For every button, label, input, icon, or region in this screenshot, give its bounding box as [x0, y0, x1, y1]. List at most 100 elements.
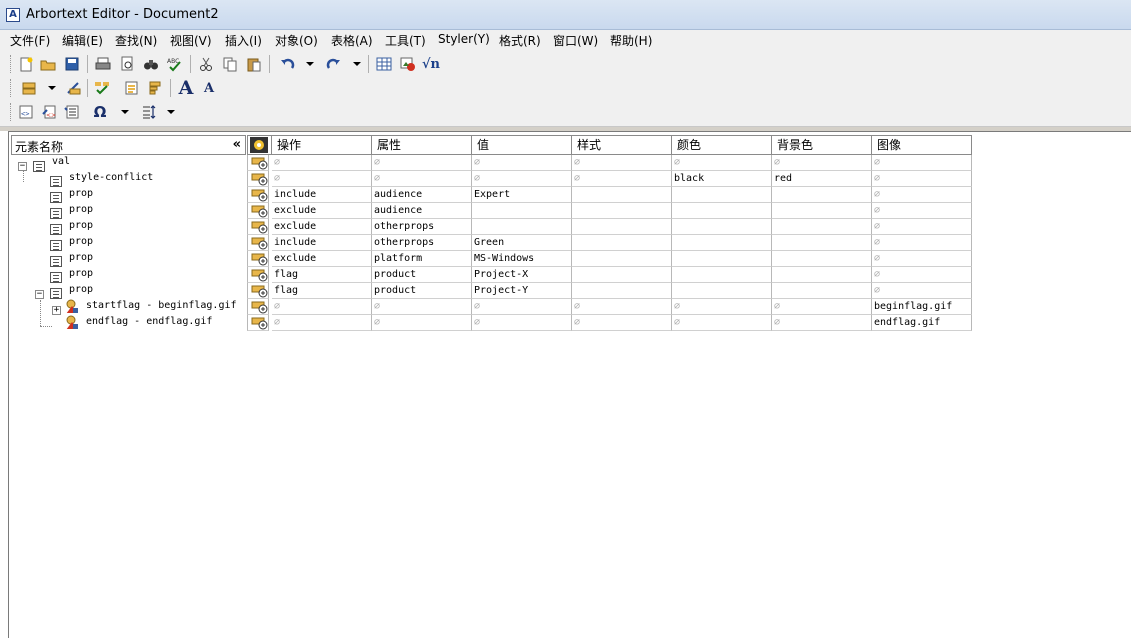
table-cell[interactable]: beginflag.gif: [872, 299, 972, 315]
table-cell[interactable]: [472, 203, 572, 219]
table-cell[interactable]: ∅: [272, 315, 372, 331]
table-cell[interactable]: [672, 187, 772, 203]
table-cell[interactable]: ∅: [872, 171, 972, 187]
apply-style-icon[interactable]: [145, 79, 165, 97]
header-style[interactable]: 样式: [572, 135, 672, 155]
spacing-dropdown-icon[interactable]: [167, 110, 175, 114]
table-cell[interactable]: [472, 219, 572, 235]
table-cell[interactable]: [672, 219, 772, 235]
table-cell[interactable]: Green: [472, 235, 572, 251]
tree-expander[interactable]: +: [52, 306, 61, 315]
table-cell[interactable]: [572, 187, 672, 203]
header-attribute[interactable]: 属性: [372, 135, 472, 155]
table-cell[interactable]: ∅: [872, 203, 972, 219]
table-cell[interactable]: include: [272, 187, 372, 203]
table-cell[interactable]: ∅: [872, 251, 972, 267]
table-cell[interactable]: ∅: [372, 315, 472, 331]
table-cell[interactable]: exclude: [272, 219, 372, 235]
table-cell[interactable]: ∅: [572, 299, 672, 315]
table-cell[interactable]: platform: [372, 251, 472, 267]
table-cell[interactable]: exclude: [272, 203, 372, 219]
table-cell[interactable]: ∅: [872, 267, 972, 283]
table-cell[interactable]: [672, 283, 772, 299]
tree-expander[interactable]: −: [35, 290, 44, 299]
table-cell[interactable]: ∅: [372, 299, 472, 315]
new-document-icon[interactable]: [16, 55, 36, 73]
table-cell[interactable]: include: [272, 235, 372, 251]
toolbar-grip[interactable]: [10, 79, 13, 97]
table-cell[interactable]: [772, 251, 872, 267]
row-edit-icon[interactable]: [247, 283, 269, 299]
table-cell[interactable]: ∅: [872, 219, 972, 235]
insert-table-icon[interactable]: [374, 55, 394, 73]
table-cell[interactable]: [772, 235, 872, 251]
header-color[interactable]: 颜色: [672, 135, 772, 155]
row-edit-icon[interactable]: [247, 235, 269, 251]
table-cell[interactable]: ∅: [672, 299, 772, 315]
table-cell[interactable]: MS-Windows: [472, 251, 572, 267]
toolbar-grip[interactable]: [10, 55, 13, 73]
row-edit-icon[interactable]: [247, 171, 269, 187]
insert-special-character-icon[interactable]: Ω: [90, 103, 110, 121]
table-cell[interactable]: ∅: [272, 155, 372, 171]
undo-dropdown-icon[interactable]: [306, 62, 314, 66]
table-cell[interactable]: Project-X: [472, 267, 572, 283]
table-cell[interactable]: [672, 235, 772, 251]
table-cell[interactable]: [572, 267, 672, 283]
insert-xml-icon[interactable]: <>: [16, 103, 36, 121]
menu-insert[interactable]: 插入(I): [225, 32, 262, 49]
table-cell[interactable]: otherprops: [372, 235, 472, 251]
table-cell[interactable]: ∅: [672, 155, 772, 171]
table-cell[interactable]: [772, 283, 872, 299]
header-image[interactable]: 图像: [872, 135, 972, 155]
table-cell[interactable]: ∅: [472, 299, 572, 315]
check-completeness-icon[interactable]: [92, 79, 112, 97]
table-cell[interactable]: [772, 267, 872, 283]
menu-format[interactable]: 格式(R): [499, 32, 541, 49]
menu-file[interactable]: 文件(F): [10, 32, 50, 49]
table-cell[interactable]: ∅: [872, 155, 972, 171]
table-cell[interactable]: flag: [272, 267, 372, 283]
row-edit-icon[interactable]: [247, 299, 269, 315]
row-edit-icon[interactable]: [247, 251, 269, 267]
row-edit-icon[interactable]: [247, 219, 269, 235]
table-cell[interactable]: [572, 251, 672, 267]
undo-icon[interactable]: [277, 55, 297, 73]
table-cell[interactable]: [772, 187, 872, 203]
print-preview-icon[interactable]: [117, 55, 137, 73]
menu-tools[interactable]: 工具(T): [385, 32, 426, 49]
change-tag-icon[interactable]: [63, 79, 83, 97]
table-cell[interactable]: ∅: [872, 235, 972, 251]
table-cell[interactable]: red: [772, 171, 872, 187]
special-character-dropdown-icon[interactable]: [121, 110, 129, 114]
table-cell[interactable]: ∅: [572, 155, 672, 171]
find-binoculars-icon[interactable]: [141, 55, 161, 73]
table-cell[interactable]: Project-Y: [472, 283, 572, 299]
menu-object[interactable]: 对象(O): [275, 32, 318, 49]
paste-icon[interactable]: [244, 55, 264, 73]
table-cell[interactable]: [672, 267, 772, 283]
modify-attributes-icon[interactable]: [122, 79, 142, 97]
row-edit-icon[interactable]: [247, 267, 269, 283]
table-cell[interactable]: [772, 203, 872, 219]
table-cell[interactable]: exclude: [272, 251, 372, 267]
table-cell[interactable]: ∅: [472, 315, 572, 331]
table-cell[interactable]: [572, 235, 672, 251]
menu-table[interactable]: 表格(A): [331, 32, 373, 49]
cut-icon[interactable]: [196, 55, 216, 73]
markup-tag-icon[interactable]: [20, 79, 40, 97]
table-cell[interactable]: ∅: [672, 315, 772, 331]
print-icon[interactable]: [93, 55, 113, 73]
save-icon[interactable]: [62, 55, 82, 73]
menu-find[interactable]: 查找(N): [115, 32, 157, 49]
table-cell[interactable]: ∅: [372, 171, 472, 187]
insert-graphic-icon[interactable]: [398, 55, 418, 73]
toolbar-grip[interactable]: [10, 103, 13, 121]
table-cell[interactable]: flag: [272, 283, 372, 299]
font-smaller-icon[interactable]: A: [199, 79, 219, 97]
table-cell[interactable]: [672, 203, 772, 219]
table-cell[interactable]: [672, 251, 772, 267]
open-folder-icon[interactable]: [38, 55, 58, 73]
table-cell[interactable]: audience: [372, 203, 472, 219]
copy-icon[interactable]: [220, 55, 240, 73]
